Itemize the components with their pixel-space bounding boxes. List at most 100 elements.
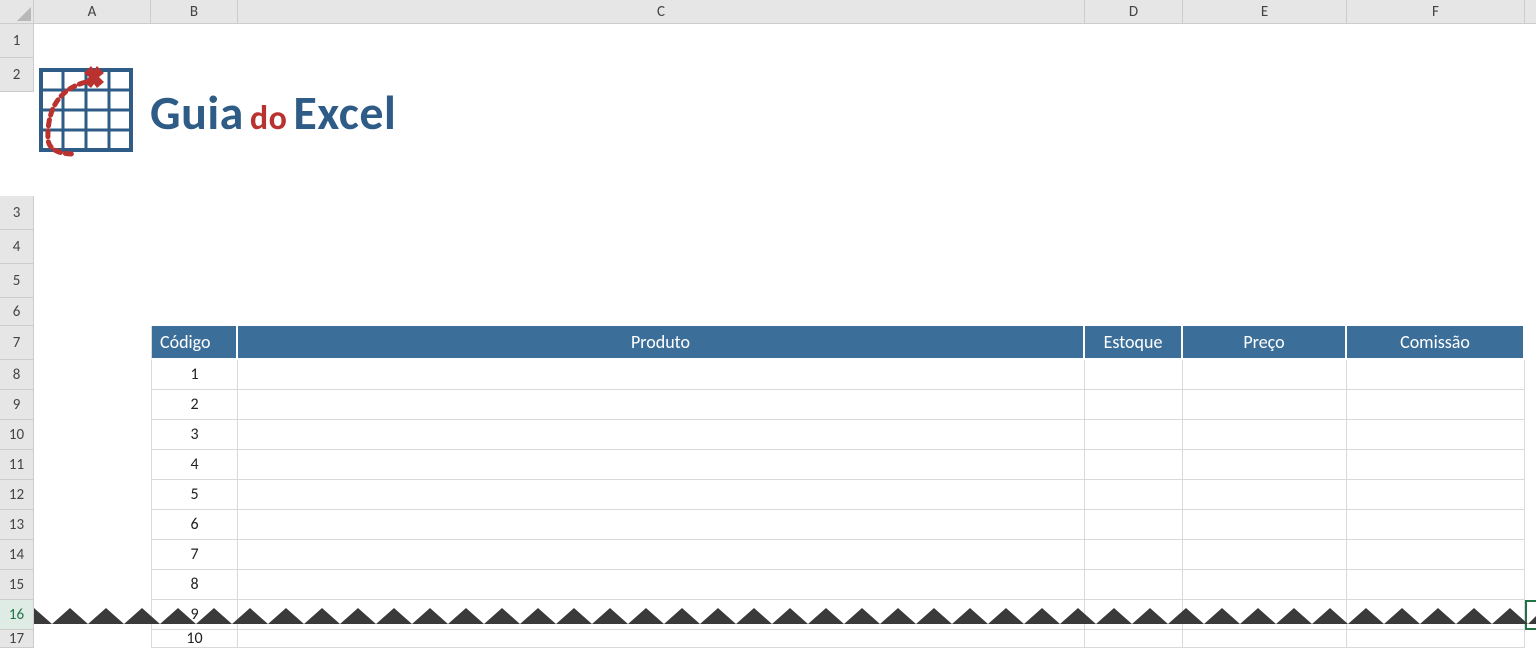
- cell[interactable]: [34, 390, 151, 420]
- row-header-1[interactable]: 1: [0, 24, 34, 58]
- table-cell-codigo[interactable]: 4: [151, 450, 238, 480]
- cell[interactable]: [1525, 326, 1536, 360]
- row-header-4[interactable]: 4: [0, 230, 34, 264]
- cell[interactable]: [34, 326, 151, 360]
- col-header-D[interactable]: D: [1085, 0, 1183, 24]
- row-header-6[interactable]: 6: [0, 298, 34, 326]
- cell[interactable]: [34, 510, 151, 540]
- table-header-produto[interactable]: Produto: [238, 326, 1085, 360]
- table-cell-produto[interactable]: [238, 360, 1085, 390]
- col-header-extra[interactable]: [1525, 0, 1536, 24]
- table-cell-codigo[interactable]: 5: [151, 480, 238, 510]
- table-cell-produto[interactable]: [238, 570, 1085, 600]
- table-cell-codigo[interactable]: 10: [151, 630, 238, 648]
- row-header-17[interactable]: 17: [0, 630, 34, 648]
- table-cell-estoque[interactable]: [1085, 360, 1183, 390]
- table-cell-comissao[interactable]: [1347, 360, 1525, 390]
- cell[interactable]: [34, 540, 151, 570]
- table-cell-preco[interactable]: [1183, 570, 1347, 600]
- table-cell-comissao[interactable]: [1347, 540, 1525, 570]
- table-cell-preco[interactable]: [1183, 540, 1347, 570]
- table-cell-produto[interactable]: [238, 420, 1085, 450]
- table-cell-comissao[interactable]: [1347, 480, 1525, 510]
- row-header-8[interactable]: 8: [0, 360, 34, 390]
- table-cell-preco[interactable]: [1183, 510, 1347, 540]
- table-cell-comissao[interactable]: [1347, 450, 1525, 480]
- table-cell-estoque[interactable]: [1085, 570, 1183, 600]
- table-cell-produto[interactable]: [238, 510, 1085, 540]
- table-cell-estoque[interactable]: [1085, 420, 1183, 450]
- col-header-E[interactable]: E: [1183, 0, 1347, 24]
- table-cell-codigo[interactable]: 1: [151, 360, 238, 390]
- row-header-9[interactable]: 9: [0, 390, 34, 420]
- table-cell-comissao[interactable]: [1347, 510, 1525, 540]
- table-cell-codigo[interactable]: 6: [151, 510, 238, 540]
- table-cell-estoque[interactable]: [1085, 600, 1183, 630]
- table-cell-produto[interactable]: [238, 600, 1085, 630]
- table-cell-comissao[interactable]: [1347, 600, 1525, 630]
- cell[interactable]: [1525, 450, 1536, 480]
- row-header-15[interactable]: 15: [0, 570, 34, 600]
- row-header-7[interactable]: 7: [0, 326, 34, 360]
- active-cell[interactable]: [1525, 600, 1536, 630]
- row-header-12[interactable]: 12: [0, 480, 34, 510]
- table-cell-produto[interactable]: [238, 480, 1085, 510]
- row-header-11[interactable]: 11: [0, 450, 34, 480]
- table-cell-produto[interactable]: [238, 450, 1085, 480]
- table-cell-codigo[interactable]: 3: [151, 420, 238, 450]
- table-cell-produto[interactable]: [238, 630, 1085, 648]
- cell[interactable]: [1525, 570, 1536, 600]
- cell[interactable]: [1525, 390, 1536, 420]
- cell[interactable]: [34, 298, 1536, 326]
- select-all-corner[interactable]: [0, 0, 34, 24]
- table-header-estoque[interactable]: Estoque: [1085, 326, 1183, 360]
- table-cell-codigo[interactable]: 7: [151, 540, 238, 570]
- table-cell-preco[interactable]: [1183, 390, 1347, 420]
- cell[interactable]: [1525, 360, 1536, 390]
- cell[interactable]: [1525, 480, 1536, 510]
- col-header-B[interactable]: B: [151, 0, 238, 24]
- table-cell-preco[interactable]: [1183, 420, 1347, 450]
- row-header-3[interactable]: 3: [0, 196, 34, 230]
- table-cell-comissao[interactable]: [1347, 630, 1525, 648]
- cell[interactable]: [34, 162, 1536, 196]
- col-header-C[interactable]: C: [238, 0, 1085, 24]
- cell[interactable]: [34, 450, 151, 480]
- cell[interactable]: [1525, 630, 1536, 648]
- cell[interactable]: [34, 196, 1536, 230]
- cell[interactable]: [34, 230, 1536, 264]
- table-cell-comissao[interactable]: [1347, 390, 1525, 420]
- table-cell-codigo[interactable]: 8: [151, 570, 238, 600]
- cell[interactable]: [34, 600, 151, 630]
- table-cell-preco[interactable]: [1183, 450, 1347, 480]
- table-cell-codigo[interactable]: 2: [151, 390, 238, 420]
- table-cell-estoque[interactable]: [1085, 480, 1183, 510]
- table-cell-estoque[interactable]: [1085, 540, 1183, 570]
- table-header-codigo[interactable]: Código: [151, 326, 238, 360]
- cell[interactable]: [34, 630, 151, 648]
- cell[interactable]: [1525, 540, 1536, 570]
- table-cell-estoque[interactable]: [1085, 510, 1183, 540]
- row-header-2[interactable]: 2: [0, 58, 34, 92]
- table-header-comissao[interactable]: Comissão: [1347, 326, 1525, 360]
- table-cell-comissao[interactable]: [1347, 570, 1525, 600]
- cell[interactable]: [1525, 420, 1536, 450]
- row-header-16[interactable]: 16: [0, 600, 34, 630]
- table-cell-preco[interactable]: [1183, 480, 1347, 510]
- table-cell-estoque[interactable]: [1085, 450, 1183, 480]
- row-header-10[interactable]: 10: [0, 420, 34, 450]
- col-header-A[interactable]: A: [34, 0, 151, 24]
- table-cell-comissao[interactable]: [1347, 420, 1525, 450]
- table-cell-produto[interactable]: [238, 390, 1085, 420]
- row-header-5[interactable]: 5: [0, 264, 34, 298]
- table-cell-preco[interactable]: [1183, 360, 1347, 390]
- cell[interactable]: [34, 264, 1536, 298]
- cell[interactable]: [34, 570, 151, 600]
- cell[interactable]: [34, 24, 1536, 58]
- col-header-F[interactable]: F: [1347, 0, 1525, 24]
- table-cell-preco[interactable]: [1183, 600, 1347, 630]
- table-cell-preco[interactable]: [1183, 630, 1347, 648]
- table-cell-estoque[interactable]: [1085, 630, 1183, 648]
- cell[interactable]: [34, 420, 151, 450]
- cell[interactable]: [34, 480, 151, 510]
